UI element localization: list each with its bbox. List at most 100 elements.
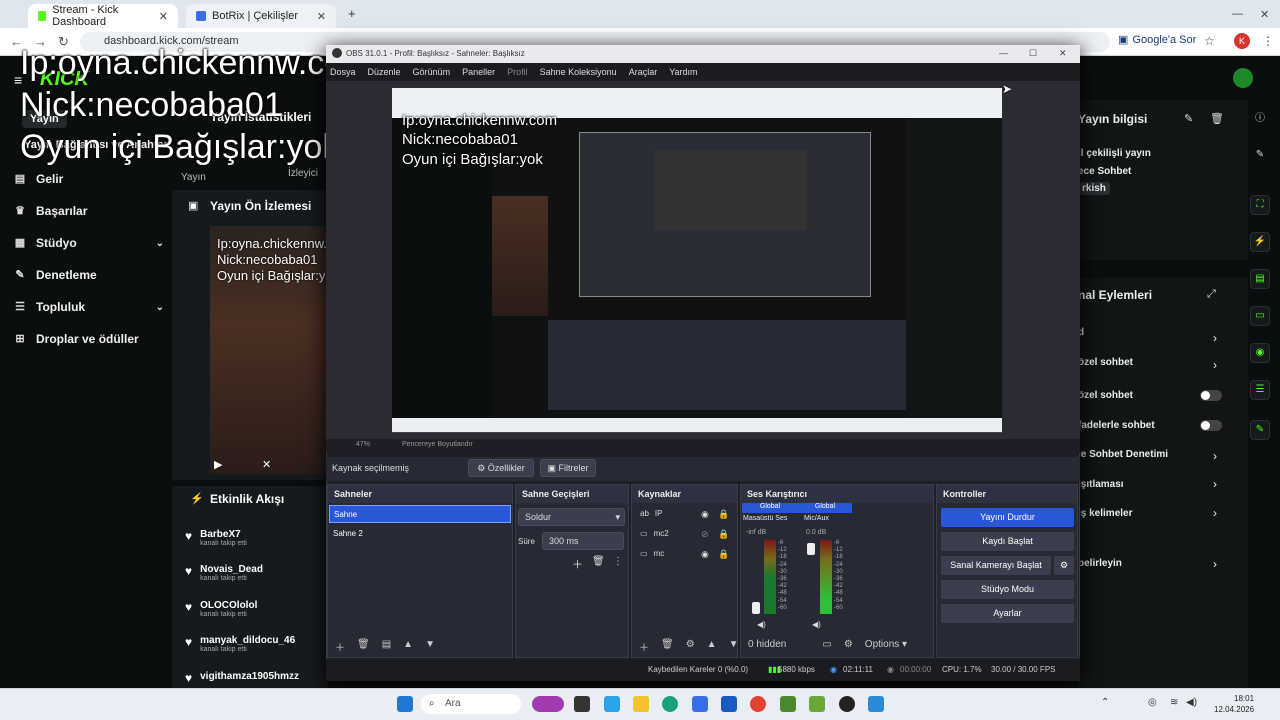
close-icon[interactable]: ✕ [159, 10, 168, 23]
scene-item-sahne-2[interactable]: Sahne 2 [329, 525, 511, 543]
new-tab-button[interactable]: + [348, 6, 356, 21]
sidebar-item-droplar[interactable]: ⊞ Droplar ve ödüller [14, 332, 164, 346]
kebab-icon[interactable]: ⋮ [613, 556, 623, 567]
down-icon[interactable]: ▼ [425, 639, 435, 653]
chevron-up-icon[interactable]: ⌃ [1101, 697, 1109, 708]
hidden-count[interactable]: 0 hidden [748, 639, 786, 653]
volume-slider-desktop[interactable] [752, 602, 760, 614]
action-row[interactable]: özel sohbet [1078, 357, 1133, 368]
settings-button[interactable]: Ayarlar [941, 604, 1074, 623]
minecraft-icon[interactable] [780, 696, 796, 712]
sidebar-item-gelir[interactable]: ▤ Gelir [14, 172, 164, 186]
user-avatar[interactable] [1233, 68, 1253, 88]
toggle[interactable] [1200, 390, 1222, 401]
windows-start-icon[interactable] [397, 696, 413, 712]
sidebar-item-studyo[interactable]: ▦ Stüdyo ⌄ [14, 236, 164, 250]
widgets-icon[interactable] [532, 696, 564, 712]
chevron-right-icon[interactable]: › [1213, 331, 1217, 345]
menu-dots-icon[interactable]: ⋮ [1262, 34, 1274, 48]
wifi-icon[interactable]: ≋ [1170, 697, 1178, 708]
mute-icon[interactable]: ✕ [262, 458, 271, 471]
lock-icon[interactable]: 🔒 [718, 529, 729, 540]
chevron-right-icon[interactable]: › [1213, 557, 1217, 571]
tab-izleyici[interactable]: İzleyici [288, 168, 318, 179]
menu-dosya[interactable]: Dosya [330, 67, 356, 81]
edge-icon[interactable] [662, 696, 678, 712]
down-icon[interactable]: ▼ [729, 639, 739, 653]
scene-item-sahne[interactable]: Sahne [329, 505, 511, 523]
gear-icon[interactable]: ⚙ [1054, 556, 1074, 575]
up-icon[interactable]: ▲ [403, 639, 413, 653]
minecraft-launcher-icon[interactable] [809, 696, 825, 712]
toggle[interactable] [1200, 420, 1222, 431]
expand-icon[interactable]: ⤢ [1207, 288, 1216, 301]
filter-icon[interactable]: ▤ [382, 639, 391, 653]
action-row[interactable]: ış kelimeler [1078, 508, 1132, 519]
avatar[interactable]: K [1234, 33, 1250, 49]
source-item-mc2[interactable]: ▭ mc2 [640, 529, 730, 538]
pencil-icon[interactable]: ✎ [1250, 146, 1270, 166]
action-row[interactable]: le Sohbet Denetimi [1078, 449, 1168, 460]
google-ask-button[interactable]: ▣ Google'a Sor [1118, 33, 1196, 47]
chevron-right-icon[interactable]: › [1213, 506, 1217, 520]
chat-icon[interactable]: ▭ [1250, 306, 1270, 326]
play-icon[interactable]: ▶ [214, 458, 222, 471]
source-item-mc[interactable]: ▭ mc [640, 549, 730, 558]
sidebar-item-basarilar[interactable]: ♛ Başarılar [14, 204, 164, 218]
action-row[interactable]: ışıtlaması [1078, 479, 1124, 490]
stream-preview-video[interactable]: Ip:oyna.chickennw.com Nick:necobaba01 Oy… [210, 226, 326, 474]
add-icon[interactable]: ＋ [335, 639, 345, 654]
speaker-icon[interactable]: ◀) [757, 620, 766, 629]
layout-icon[interactable]: ▭ [822, 639, 831, 653]
source-item-ip[interactable]: ab IP [640, 509, 730, 518]
info-icon[interactable]: ⓘ [1250, 110, 1270, 130]
gear-icon[interactable]: ⚙ [686, 639, 695, 653]
close-icon[interactable]: ✕ [1059, 48, 1067, 59]
start-virtual-camera-button[interactable]: Sanal Kamerayı Başlat [941, 556, 1051, 575]
chevron-right-icon[interactable]: › [1213, 449, 1217, 463]
advanced-audio-icon[interactable]: ⚙ [844, 639, 853, 653]
list-icon[interactable]: ☰ [1250, 380, 1270, 400]
eye-icon[interactable]: ◉ [701, 509, 709, 520]
obs-taskbar-icon[interactable] [839, 696, 855, 712]
menu-duzenle[interactable]: Düzenle [368, 67, 401, 81]
zoom-level[interactable]: 47% [356, 441, 370, 448]
menu-yardim[interactable]: Yardım [669, 67, 697, 81]
menu-araclar[interactable]: Araçlar [629, 67, 658, 81]
file-explorer-icon[interactable] [633, 696, 649, 712]
add-icon[interactable]: ＋ [572, 556, 583, 572]
network-icon[interactable]: ◎ [1148, 697, 1157, 708]
transition-select[interactable]: Soldur ▾ [518, 508, 625, 526]
action-row[interactable]: özel sohbet [1078, 390, 1133, 401]
menu-gorunum[interactable]: Görünüm [413, 67, 451, 81]
app-icon[interactable] [868, 696, 884, 712]
menu-sahne-koleksiyonu[interactable]: Sahne Koleksiyonu [540, 67, 617, 81]
document-icon[interactable]: ▤ [1250, 269, 1270, 289]
mixer-options-button[interactable]: Options ▾ [865, 639, 907, 653]
taskbar-search[interactable]: Ara [421, 694, 521, 714]
filters-button[interactable]: ▣ Filtreler [540, 459, 596, 477]
fit-window[interactable]: Pencereye Boyutlandır [402, 441, 473, 448]
trash-icon[interactable]: 🗑 [592, 556, 605, 567]
sidebar-item-topluluk[interactable]: ☰ Topluluk ⌄ [14, 300, 164, 314]
speaker-icon[interactable]: ◀) [812, 620, 821, 629]
properties-button[interactable]: ⚙ Özellikler [468, 459, 534, 477]
tab-botrix[interactable]: BotRix | Çekilişler ✕ [186, 4, 336, 28]
action-row[interactable]: fadelerle sohbet [1078, 420, 1155, 431]
minimize-icon[interactable]: — [1232, 8, 1243, 20]
close-icon[interactable]: ✕ [317, 10, 326, 23]
channel-name-desktop[interactable]: Masaüstü Ses [743, 515, 787, 522]
eye-hidden-icon[interactable]: ⊘ [701, 529, 709, 540]
clock[interactable]: 18:01 12.04.2026 [1214, 693, 1254, 715]
lock-icon[interactable]: 🔒 [718, 549, 729, 560]
volume-slider-mic[interactable] [807, 543, 815, 555]
trash-icon[interactable]: 🗑 [1210, 112, 1224, 125]
maximize-icon[interactable]: ☐ [1029, 48, 1037, 59]
edit-icon[interactable]: ✎ [1184, 112, 1193, 125]
store-icon[interactable] [692, 696, 708, 712]
action-row[interactable]: belirleyin [1078, 558, 1122, 569]
task-view-icon[interactable] [574, 696, 590, 712]
menu-paneller[interactable]: Paneller [462, 67, 495, 81]
tab-yayin[interactable]: Yayın [181, 172, 206, 183]
trash-icon[interactable]: 🗑 [661, 639, 674, 653]
